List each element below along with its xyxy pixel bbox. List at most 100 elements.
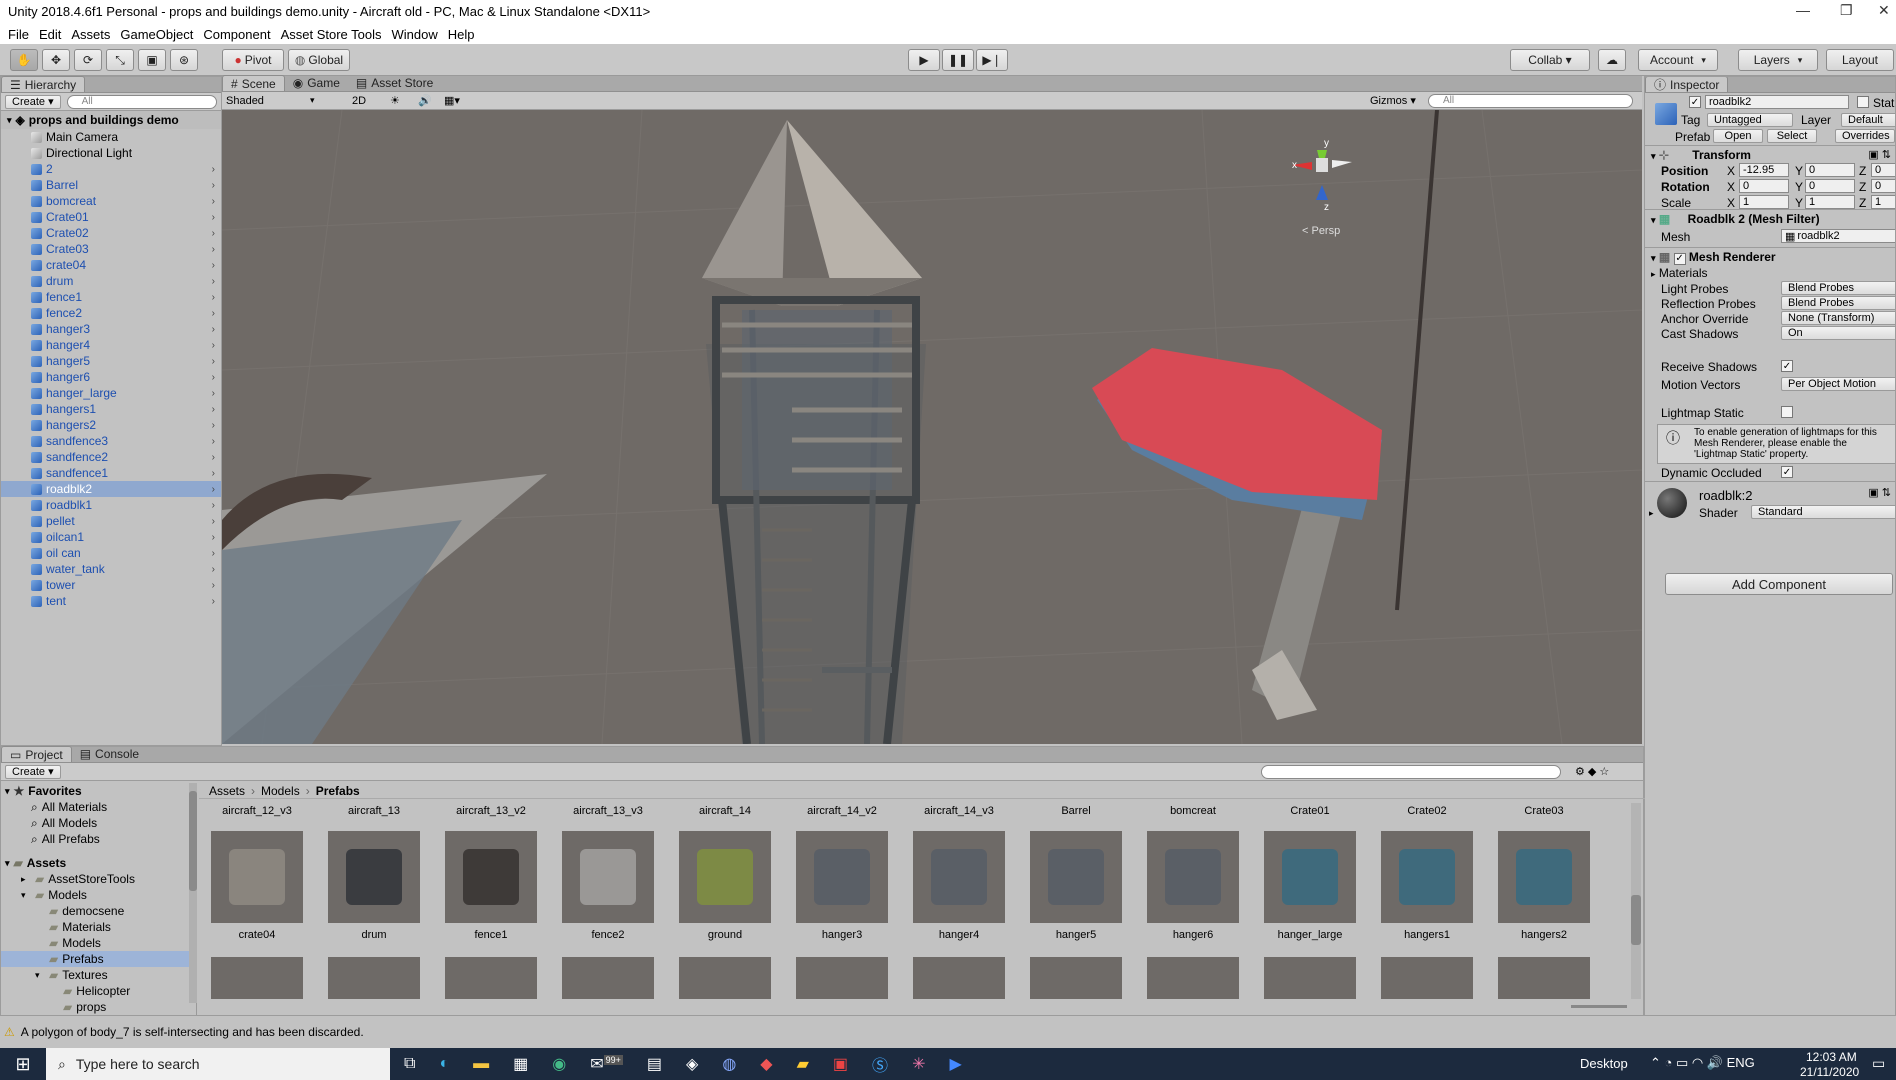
asset-label[interactable]: aircraft_14_v3 xyxy=(904,805,1014,817)
scale-tool-icon[interactable]: ⤡ xyxy=(106,49,134,71)
app2-icon[interactable]: ◆ xyxy=(760,1054,772,1074)
expand-arrow-icon[interactable]: › xyxy=(212,548,215,559)
menu-help[interactable]: Help xyxy=(448,27,475,42)
expand-arrow-icon[interactable]: › xyxy=(212,580,215,591)
expand-arrow-icon[interactable]: › xyxy=(212,436,215,447)
play-button[interactable]: ▶ xyxy=(908,49,940,71)
hierarchy-item[interactable]: oilcan1 › xyxy=(1,529,221,545)
menu-window[interactable]: Window xyxy=(392,27,438,42)
asset-thumbnail[interactable] xyxy=(1147,957,1239,999)
tab-hierarchy[interactable]: ☰ Hierarchy xyxy=(1,76,86,92)
folder-expand-icon[interactable]: ▸ xyxy=(21,874,31,885)
folder-expand-icon[interactable]: ▾ xyxy=(35,970,45,981)
layout-dropdown[interactable]: Layout xyxy=(1826,49,1894,71)
tree-scrollbar[interactable] xyxy=(189,783,197,1003)
scene-search-input[interactable]: All xyxy=(1428,93,1633,108)
hierarchy-item[interactable]: tower › xyxy=(1,577,221,593)
asset-label[interactable]: crate04 xyxy=(202,929,312,941)
hierarchy-item[interactable]: Main Camera xyxy=(1,129,221,145)
asset-thumbnail[interactable] xyxy=(913,831,1005,923)
store-icon[interactable]: ▦ xyxy=(513,1054,528,1074)
hierarchy-item[interactable]: Crate01 › xyxy=(1,209,221,225)
tag-dropdown[interactable]: Untagged xyxy=(1707,113,1793,127)
mail-icon[interactable]: ✉ 99+ xyxy=(590,1054,623,1074)
expand-arrow-icon[interactable]: › xyxy=(212,276,215,287)
account-dropdown[interactable]: Account ▾ xyxy=(1638,49,1718,71)
asset-label[interactable]: aircraft_13 xyxy=(319,805,429,817)
receive-shadows-checkbox[interactable]: ✓ xyxy=(1781,360,1793,372)
asset-label[interactable]: aircraft_12_v3 xyxy=(202,805,312,817)
desktop-toolbar[interactable]: Desktop xyxy=(1580,1056,1628,1071)
asset-label[interactable]: fence1 xyxy=(436,929,546,941)
audio-toggle-icon[interactable]: 🔊 xyxy=(418,94,432,107)
scene-viewport[interactable]: x y z < Persp xyxy=(222,110,1642,744)
gizmos-dropdown[interactable]: Gizmos ▾ xyxy=(1370,94,1416,107)
mesh-renderer-header[interactable]: ▾ ▦ ✓ Mesh Renderer xyxy=(1651,250,1776,265)
materials-foldout[interactable]: ▸ Materials xyxy=(1651,266,1708,280)
shader-dropdown[interactable]: Standard xyxy=(1751,505,1895,519)
asset-thumbnail[interactable] xyxy=(1381,957,1473,999)
asset-folder-item[interactable]: ▾ ▰ Models xyxy=(1,887,196,903)
scale-z-field[interactable]: 1 xyxy=(1871,195,1895,209)
fav-all-prefabs[interactable]: ⌕ All Prefabs xyxy=(1,831,196,847)
tab-project[interactable]: ▭ Project xyxy=(1,746,72,762)
asset-thumbnail[interactable] xyxy=(1264,831,1356,923)
create-dropdown[interactable]: Create ▾ xyxy=(5,94,61,109)
sticky-notes-icon[interactable]: ▰ xyxy=(797,1054,809,1074)
asset-label[interactable]: hangers2 xyxy=(1489,929,1599,941)
motion-vectors-dropdown[interactable]: Per Object Motion xyxy=(1781,377,1895,391)
expand-arrow-icon[interactable]: › xyxy=(212,388,215,399)
asset-thumbnail[interactable] xyxy=(679,831,771,923)
collab-button[interactable]: Collab ▾ xyxy=(1510,49,1590,71)
assets-header[interactable]: ▾ ▰ Assets xyxy=(1,855,196,871)
lighting-toggle-icon[interactable]: ☀ xyxy=(390,94,400,107)
hierarchy-item[interactable]: sandfence1 › xyxy=(1,465,221,481)
tab-inspector[interactable]: ⓘ Inspector xyxy=(1645,77,1729,92)
taskbar-search-box[interactable]: ⌕ Type here to search xyxy=(46,1048,390,1080)
tab-asset-store[interactable]: ▤ Asset Store xyxy=(348,75,441,91)
hierarchy-item[interactable]: hangers2 › xyxy=(1,417,221,433)
zoom-icon[interactable]: ▶ xyxy=(949,1054,961,1074)
scene-root-row[interactable]: ▾ ◈ props and buildings demo xyxy=(1,111,221,129)
global-button[interactable]: ◍ Global xyxy=(288,49,350,71)
asset-thumbnail[interactable] xyxy=(211,957,303,999)
object-name-field[interactable]: roadblk2 xyxy=(1705,95,1849,109)
hierarchy-item[interactable]: oil can › xyxy=(1,545,221,561)
project-create-dropdown[interactable]: Create ▾ xyxy=(5,764,61,779)
fav-all-materials[interactable]: ⌕ All Materials xyxy=(1,799,196,815)
asset-label[interactable]: ground xyxy=(670,929,780,941)
hierarchy-item[interactable]: sandfence3 › xyxy=(1,433,221,449)
expand-arrow-icon[interactable]: › xyxy=(212,356,215,367)
pivot-button[interactable]: ● Pivot xyxy=(222,49,284,71)
hierarchy-item[interactable]: hangers1 › xyxy=(1,401,221,417)
asset-label[interactable]: hangers1 xyxy=(1372,929,1482,941)
asset-thumbnail[interactable] xyxy=(1147,831,1239,923)
rotation-y-field[interactable]: 0 xyxy=(1805,179,1855,193)
asset-thumbnail[interactable] xyxy=(445,831,537,923)
rotation-x-field[interactable]: 0 xyxy=(1739,179,1789,193)
expand-arrow-icon[interactable]: › xyxy=(212,372,215,383)
expand-arrow-icon[interactable]: › xyxy=(212,212,215,223)
breadcrumb-prefabs[interactable]: Prefabs xyxy=(316,784,360,798)
notifications-icon[interactable]: ▭ xyxy=(1872,1055,1885,1072)
asset-label[interactable]: aircraft_14 xyxy=(670,805,780,817)
expand-arrow-icon[interactable]: › xyxy=(212,516,215,527)
hierarchy-item[interactable]: Directional Light xyxy=(1,145,221,161)
asset-label[interactable]: aircraft_13_v3 xyxy=(553,805,663,817)
material-expand-icon[interactable]: ▸ xyxy=(1649,508,1654,519)
breadcrumb-assets[interactable]: Assets xyxy=(209,784,245,798)
asset-thumbnail[interactable] xyxy=(1498,831,1590,923)
asset-folder-item[interactable]: ▰ Prefabs xyxy=(1,951,196,967)
prefab-open-button[interactable]: Open xyxy=(1713,129,1763,143)
edge-icon[interactable]: ◐ xyxy=(439,1055,449,1073)
static-checkbox[interactable] xyxy=(1857,96,1869,108)
expand-arrow-icon[interactable]: › xyxy=(212,340,215,351)
scale-y-field[interactable]: 1 xyxy=(1805,195,1855,209)
asset-thumbnail[interactable] xyxy=(328,831,420,923)
asset-label[interactable]: hanger3 xyxy=(787,929,897,941)
asset-thumbnail[interactable] xyxy=(796,831,888,923)
renderer-prop-dropdown[interactable]: On xyxy=(1781,326,1895,340)
hierarchy-item[interactable]: Crate03 › xyxy=(1,241,221,257)
windows-start-icon[interactable]: ⊞ xyxy=(0,1054,46,1075)
hierarchy-item[interactable]: 2 › xyxy=(1,161,221,177)
